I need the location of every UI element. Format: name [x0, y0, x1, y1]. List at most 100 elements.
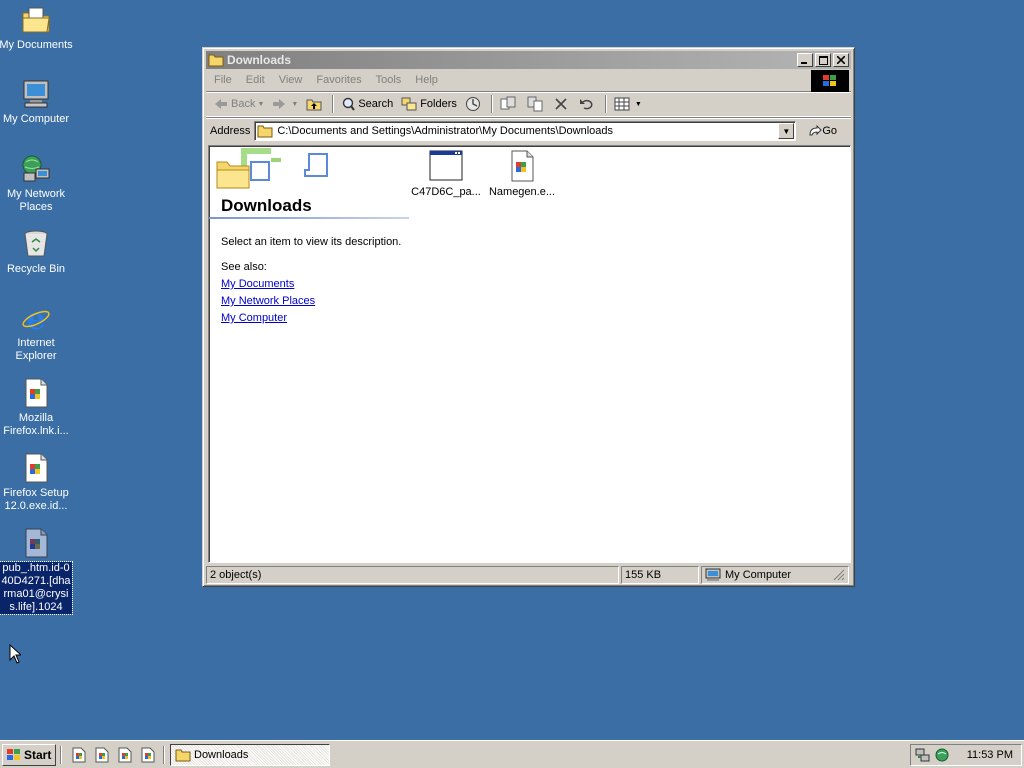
windows-flag-icon [823, 75, 836, 86]
menu-help[interactable]: Help [408, 74, 445, 86]
back-arrow-icon [215, 99, 227, 109]
quick-launch [69, 745, 161, 765]
maximize-button[interactable] [815, 53, 831, 67]
webview-folder-graphic [211, 148, 329, 196]
resize-grip-icon[interactable] [833, 569, 845, 581]
toolbar-separator [332, 95, 335, 113]
application-window-icon [429, 150, 463, 181]
forward-button[interactable]: ▼ [268, 93, 302, 115]
up-folder-button[interactable] [302, 93, 329, 115]
quick-launch-item[interactable] [115, 745, 135, 765]
network-places-icon [22, 155, 50, 182]
link-my-network-places[interactable]: My Network Places [221, 295, 315, 307]
desktop-icon-my-computer[interactable]: My Computer [0, 78, 74, 126]
minimize-icon [801, 62, 807, 64]
desktop-icon-my-network-places[interactable]: My Network Places [0, 153, 74, 214]
folders-button[interactable]: Folders [397, 93, 461, 115]
file-item[interactable]: Namegen.e... [485, 150, 559, 198]
quick-launch-item[interactable] [138, 745, 158, 765]
delete-button[interactable] [550, 93, 575, 115]
folders-label: Folders [420, 98, 457, 110]
history-button[interactable] [461, 93, 488, 115]
desktop-icon-internet-explorer[interactable]: e Internet Explorer [0, 302, 74, 363]
unknown-file-icon [25, 528, 48, 558]
desktop-icon-label: Mozilla Firefox.lnk.i... [3, 412, 69, 437]
file-item[interactable]: C47D6C_pa... [409, 150, 483, 198]
my-computer-icon [23, 80, 49, 108]
clock[interactable]: 11:53 PM [967, 749, 1013, 761]
unknown-file-icon [511, 150, 534, 182]
address-bar: Address C:\Documents and Settings\Admini… [206, 118, 851, 143]
search-button[interactable]: Search [337, 93, 397, 115]
history-icon [465, 97, 480, 111]
go-label: Go [822, 125, 838, 137]
title-bar[interactable]: Downloads [206, 51, 851, 69]
unknown-file-icon [72, 747, 86, 762]
unknown-file-icon [95, 747, 109, 762]
volume-tray-icon[interactable] [934, 747, 950, 763]
desktop-icon-firefox-link[interactable]: Mozilla Firefox.lnk.i... [0, 377, 74, 438]
address-dropdown-button[interactable]: ▼ [778, 123, 795, 139]
start-button[interactable]: Start [2, 743, 56, 766]
menu-edit[interactable]: Edit [239, 74, 272, 86]
see-also-label: See also: [221, 261, 267, 273]
menu-view[interactable]: View [272, 74, 310, 86]
maximize-icon [818, 55, 828, 65]
status-object-count: 2 object(s) [206, 566, 619, 584]
link-my-computer[interactable]: My Computer [221, 312, 287, 324]
address-input[interactable]: C:\Documents and Settings\Administrator\… [254, 121, 797, 141]
move-to-button[interactable] [496, 93, 523, 115]
file-name: C47D6C_pa... [411, 186, 481, 198]
desktop-icon-my-documents[interactable]: My Documents [0, 4, 74, 52]
back-button[interactable]: Back ▼ [210, 93, 268, 115]
forward-arrow-icon [273, 99, 286, 109]
address-label: Address [210, 125, 251, 137]
menu-favorites[interactable]: Favorites [309, 74, 368, 86]
internet-explorer-icon: e [22, 302, 50, 334]
chevron-down-icon: ▼ [634, 100, 642, 108]
address-value: C:\Documents and Settings\Administrator\… [277, 125, 613, 137]
folder-content-area[interactable]: Downloads Select an item to view its des… [208, 145, 851, 563]
menu-tools[interactable]: Tools [369, 74, 409, 86]
status-zone: My Computer [701, 566, 849, 584]
search-label: Search [358, 98, 394, 110]
desktop-icon-label: pub_.htm.id-040D4271.[dharma01@crysis.li… [0, 561, 73, 615]
desktop-icon-label: My Documents [0, 39, 73, 51]
taskbar: Start Downloads 11:53 PM [0, 740, 1024, 768]
start-label: Start [24, 747, 52, 762]
folder-icon [175, 749, 191, 761]
move-to-icon [500, 96, 516, 110]
close-button[interactable] [833, 53, 849, 67]
taskbar-button-label: Downloads [194, 748, 249, 761]
views-button[interactable]: ▼ [610, 93, 646, 115]
go-arrow-icon [809, 125, 823, 136]
toolbar-separator [490, 95, 493, 113]
undo-button[interactable] [575, 93, 602, 115]
desktop-icon-firefox-setup[interactable]: Firefox Setup 12.0.exe.id... [0, 452, 74, 513]
standard-toolbar: Back ▼ ▼ Search Folders ▼ [206, 91, 851, 117]
unknown-file-icon [118, 747, 132, 762]
desktop-icon-recycle-bin[interactable]: Recycle Bin [0, 228, 74, 276]
quick-launch-item[interactable] [69, 745, 89, 765]
copy-to-button[interactable] [523, 93, 550, 115]
back-label: Back [231, 98, 256, 110]
menu-file[interactable]: File [207, 74, 239, 86]
taskbar-button-downloads[interactable]: Downloads [170, 743, 330, 766]
link-my-documents[interactable]: My Documents [221, 278, 294, 290]
folder-icon [208, 54, 224, 67]
taskbar-separator [163, 745, 165, 764]
recycle-bin-icon [24, 230, 48, 257]
quick-launch-item[interactable] [92, 745, 112, 765]
heading-rule [209, 217, 409, 219]
minimize-button[interactable] [797, 53, 813, 67]
undo-icon [579, 99, 593, 110]
network-tray-icon[interactable] [915, 747, 931, 763]
views-icon [614, 97, 630, 111]
desktop-icon-label: My Computer [2, 113, 70, 125]
explorer-window[interactable]: Downloads File Edit View Favorites Tools… [202, 47, 855, 587]
chevron-down-icon: ▼ [291, 100, 299, 108]
my-computer-icon [705, 568, 721, 581]
go-button[interactable]: Go [808, 125, 837, 137]
unknown-file-icon [25, 378, 48, 408]
desktop-icon-pub-htm[interactable]: pub_.htm.id-040D4271.[dharma01@crysis.li… [0, 527, 74, 615]
